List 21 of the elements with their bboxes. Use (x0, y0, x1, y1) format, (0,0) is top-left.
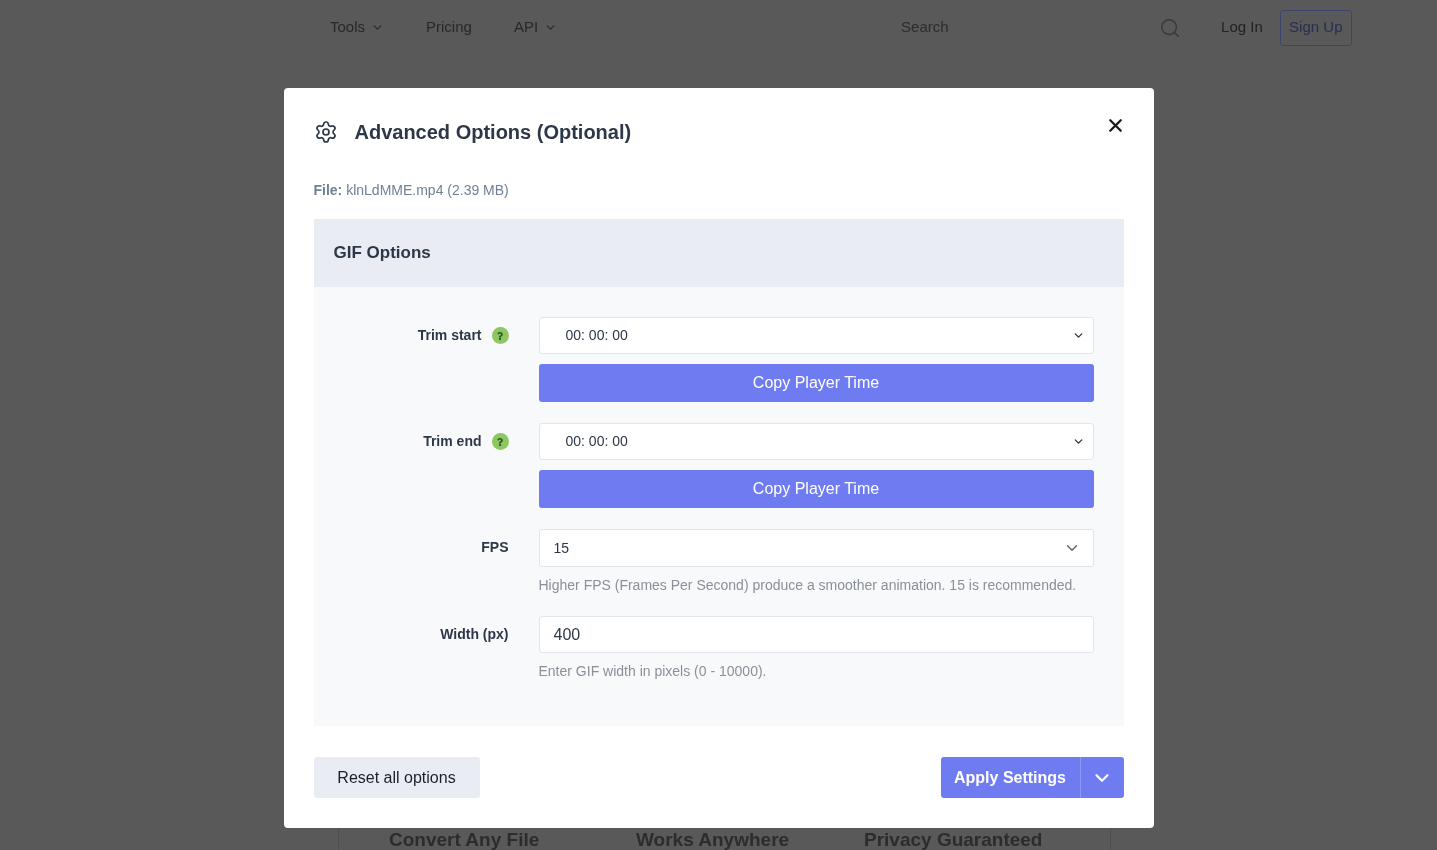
fps-select[interactable]: 15 (538, 529, 1094, 567)
copy-player-time-button[interactable]: Copy Player Time (538, 364, 1094, 402)
dropdown-toggle-button[interactable] (1079, 757, 1124, 798)
settings-icon (313, 120, 338, 144)
section-header: GIF Options (313, 219, 1124, 287)
apply-settings-button[interactable]: Apply Settings (940, 757, 1080, 798)
help-icon[interactable] (491, 433, 509, 450)
field-label: FPS (481, 538, 509, 557)
help-icon[interactable] (491, 327, 509, 344)
dialog-title: Advanced Options (Optional) (354, 120, 632, 145)
file-info: File: klnLdMME.mp4 (2.39 MB) (313, 181, 510, 200)
reset-all-options-button[interactable]: Reset all options (313, 757, 480, 798)
hint-text: Higher FPS (Frames Per Second) produce a smoother animation. 15 is recommended. (538, 576, 1078, 595)
copy-player-time-button[interactable]: Copy Player Time (538, 470, 1094, 508)
field-label: Width (px) (440, 625, 509, 644)
hint-text: Enter GIF width in pixels (0 - 10000). (538, 662, 768, 681)
field-label: Trim start (417, 326, 482, 345)
time-select[interactable]: 00: 00: 00 (538, 317, 1094, 354)
field-label: Trim end (423, 432, 482, 451)
width-input[interactable]: 400 (538, 616, 1094, 653)
time-select[interactable]: 00: 00: 00 (538, 423, 1094, 460)
